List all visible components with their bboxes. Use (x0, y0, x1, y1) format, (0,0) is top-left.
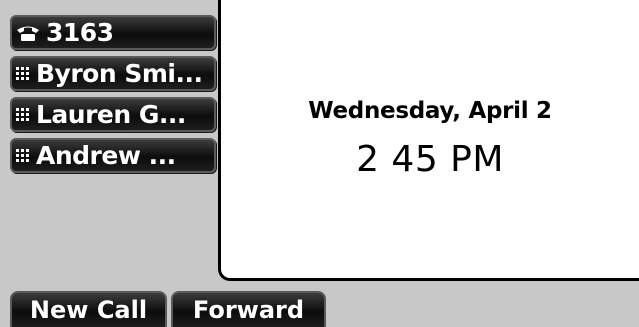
line-key-label: 3163 (46, 18, 114, 47)
speed-dial-grid-icon (16, 66, 30, 82)
line-keys-panel: 3163 Byron Smi... Lauren G... Andrew ... (10, 15, 216, 179)
line-key-label: Andrew ... (36, 141, 176, 170)
line-key-label: Byron Smi... (36, 59, 203, 88)
forward-softkey[interactable]: Forward (171, 291, 326, 327)
phone-handset-icon (16, 24, 40, 42)
softkey-bar: New Call Forward (10, 291, 326, 327)
date-display: Wednesday, April 2 (308, 98, 552, 124)
line-key-lauren-g[interactable]: Lauren G... (10, 97, 216, 132)
line-key-byron-smith[interactable]: Byron Smi... (10, 56, 216, 91)
time-display: 2 45 PM (356, 139, 504, 180)
line-key-label: Lauren G... (36, 100, 186, 129)
speed-dial-grid-icon (16, 148, 30, 164)
line-key-3163[interactable]: 3163 (10, 15, 216, 50)
idle-screen-panel: Wednesday, April 2 2 45 PM (218, 0, 639, 281)
line-key-andrew[interactable]: Andrew ... (10, 138, 216, 173)
speed-dial-grid-icon (16, 107, 30, 123)
new-call-softkey[interactable]: New Call (10, 291, 167, 327)
